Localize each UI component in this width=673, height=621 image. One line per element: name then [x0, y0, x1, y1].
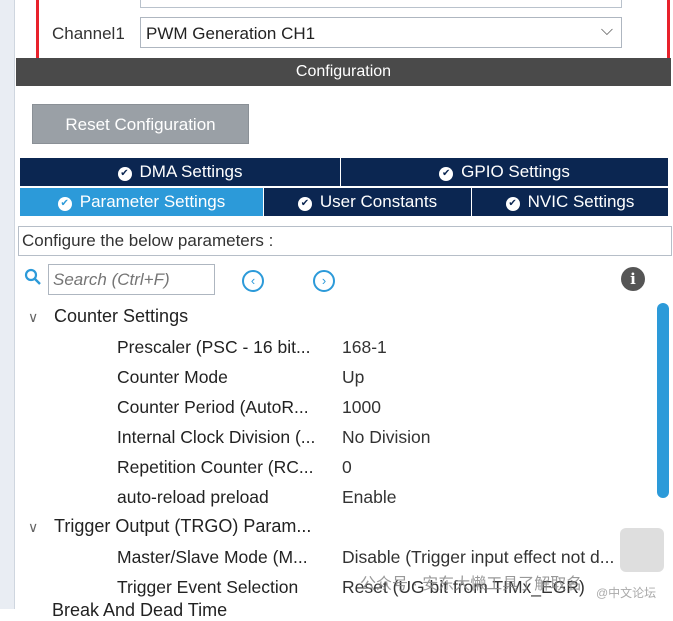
tab-gpio-settings[interactable]: ✔ GPIO Settings — [341, 158, 669, 186]
param-value[interactable]: No Division — [342, 427, 431, 448]
info-icon[interactable]: i — [621, 267, 645, 291]
param-name: Trigger Event Selection — [117, 577, 299, 597]
tab-dma-settings[interactable]: ✔ DMA Settings — [20, 158, 341, 186]
chevron-down-icon: ∨ — [28, 309, 39, 325]
tab-label: NVIC Settings — [527, 192, 635, 211]
tab-parameter-settings[interactable]: ✔ Parameter Settings — [20, 188, 264, 216]
group-counter-settings[interactable]: ∨ Counter Settings — [28, 306, 188, 327]
tab-label: DMA Settings — [139, 162, 243, 181]
watermark-logo — [620, 528, 664, 572]
next-match-icon[interactable]: › — [313, 270, 335, 292]
tab-label: Parameter Settings — [79, 192, 226, 211]
param-name: Counter Period (AutoR... — [117, 397, 309, 417]
group-title: Trigger Output (TRGO) Param... — [54, 516, 312, 536]
search-input[interactable] — [48, 264, 215, 295]
check-icon: ✔ — [505, 197, 520, 211]
tab-nvic-settings[interactable]: ✔ NVIC Settings — [472, 188, 669, 216]
group-trigger-output[interactable]: ∨ Trigger Output (TRGO) Param... — [28, 516, 311, 537]
param-value[interactable]: 0 — [342, 457, 352, 478]
vertical-scrollbar[interactable] — [657, 303, 669, 498]
watermark-small: @中文论坛 — [596, 586, 657, 600]
left-panel-edge — [0, 0, 15, 609]
param-name: Repetition Counter (RC... — [117, 457, 314, 477]
search-icon[interactable] — [24, 268, 44, 288]
tab-label: User Constants — [319, 192, 438, 211]
param-name: Counter Mode — [117, 367, 228, 387]
check-icon: ✔ — [297, 197, 312, 211]
reset-configuration-button[interactable]: Reset Configuration — [32, 104, 249, 144]
chevron-down-icon: ∨ — [28, 519, 39, 535]
param-value[interactable]: Enable — [342, 487, 397, 508]
check-icon: ✔ — [57, 197, 72, 211]
param-value[interactable]: 1000 — [342, 397, 381, 418]
check-icon: ✔ — [117, 167, 132, 181]
param-name: Prescaler (PSC - 16 bit... — [117, 337, 311, 357]
param-value[interactable]: Up — [342, 367, 364, 388]
group-break-dead-time[interactable]: Break And Dead Time — [52, 600, 227, 621]
param-name: auto-reload preload — [117, 487, 269, 507]
param-name: Internal Clock Division (... — [117, 427, 316, 447]
check-icon: ✔ — [439, 167, 454, 181]
param-value[interactable]: 168-1 — [342, 337, 387, 358]
previous-match-icon[interactable]: ‹ — [242, 270, 264, 292]
param-value[interactable]: Disable (Trigger input effect not d... — [342, 547, 614, 568]
tab-label: GPIO Settings — [461, 162, 570, 181]
param-name: Master/Slave Mode (M... — [117, 547, 308, 567]
group-title: Counter Settings — [54, 306, 189, 326]
tab-user-constants[interactable]: ✔ User Constants — [264, 188, 472, 216]
watermark-text: 公众号 · 安东大懒工具了解取名 — [360, 576, 583, 593]
parameters-description: Configure the below parameters : — [18, 226, 672, 256]
configuration-header: Configuration — [16, 58, 671, 86]
